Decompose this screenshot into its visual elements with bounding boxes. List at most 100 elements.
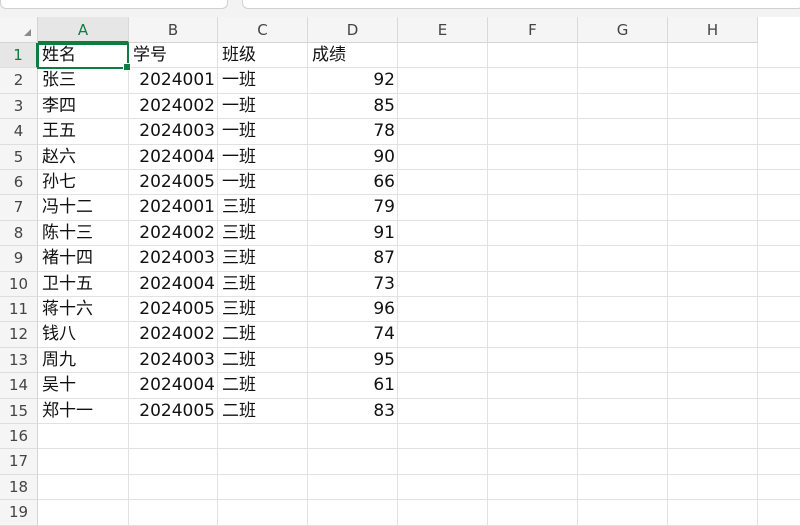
select-all-button[interactable] [0, 17, 38, 43]
cell-b5[interactable]: 2024004 [129, 145, 218, 170]
cell-d15[interactable]: 83 [308, 399, 398, 424]
cell-b15[interactable]: 2024005 [129, 399, 218, 424]
cell-c15[interactable]: 二班 [218, 399, 308, 424]
column-header-b[interactable]: B [129, 17, 218, 43]
cell-b4[interactable]: 2024003 [129, 119, 218, 144]
column-header-h[interactable]: H [668, 17, 758, 43]
cell-a15[interactable]: 郑十一 [38, 399, 129, 424]
gridline-v [667, 43, 668, 525]
row-header-5[interactable]: 5 [0, 144, 38, 170]
cell-c12[interactable]: 二班 [218, 322, 308, 347]
cell-d3[interactable]: 85 [308, 94, 398, 119]
row-header-4[interactable]: 4 [0, 119, 38, 145]
row-header-12[interactable]: 12 [0, 322, 38, 348]
cell-d13[interactable]: 95 [308, 348, 398, 373]
row-header-1[interactable]: 1 [0, 43, 38, 69]
cell-a14[interactable]: 吴十 [38, 373, 129, 398]
spreadsheet-grid: A B C D E F G H 1 2 3 4 5 6 7 8 9 10 11 12 13 14 15 16 17 18 19 姓名学… [0, 17, 800, 526]
name-box[interactable] [0, 0, 228, 9]
gridline-v [487, 43, 488, 525]
row-header-7[interactable]: 7 [0, 195, 38, 221]
gridline-v [757, 43, 758, 525]
cell-b1[interactable]: 学号 [129, 43, 218, 68]
cell-a10[interactable]: 卫十五 [38, 272, 129, 297]
cell-d4[interactable]: 78 [308, 119, 398, 144]
column-header-a[interactable]: A [38, 17, 129, 43]
column-header-c[interactable]: C [218, 17, 308, 43]
row-header-3[interactable]: 3 [0, 93, 38, 120]
gridline-h [38, 448, 800, 450]
row-header-17[interactable]: 17 [0, 449, 38, 475]
cell-a5[interactable]: 赵六 [38, 145, 129, 170]
row-header-6[interactable]: 6 [0, 170, 38, 196]
cell-c14[interactable]: 二班 [218, 373, 308, 398]
cell-a8[interactable]: 陈十三 [38, 221, 129, 246]
cell-d11[interactable]: 96 [308, 297, 398, 322]
cell-c8[interactable]: 三班 [218, 221, 308, 246]
cell-b11[interactable]: 2024005 [129, 297, 218, 322]
row-header-15[interactable]: 15 [0, 398, 38, 424]
cell-d6[interactable]: 66 [308, 170, 398, 195]
row-header-10[interactable]: 10 [0, 271, 38, 297]
row-header-8[interactable]: 8 [0, 220, 38, 247]
cell-d10[interactable]: 73 [308, 272, 398, 297]
cell-a4[interactable]: 王五 [38, 119, 129, 144]
column-header-f[interactable]: F [488, 17, 578, 43]
cell-c7[interactable]: 三班 [218, 195, 308, 220]
cell-b9[interactable]: 2024003 [129, 246, 218, 271]
cell-a9[interactable]: 褚十四 [38, 246, 129, 271]
row-header-2[interactable]: 2 [0, 68, 38, 94]
row-header-19[interactable]: 19 [0, 500, 38, 526]
cell-d1[interactable]: 成绩 [308, 43, 398, 68]
cell-c13[interactable]: 二班 [218, 348, 308, 373]
row-header-14[interactable]: 14 [0, 373, 38, 399]
cell-d2[interactable]: 92 [308, 68, 398, 93]
cell-b6[interactable]: 2024005 [129, 170, 218, 195]
cell-c5[interactable]: 一班 [218, 145, 308, 170]
cell-c2[interactable]: 一班 [218, 68, 308, 93]
cell-b14[interactable]: 2024004 [129, 373, 218, 398]
cell-a12[interactable]: 钱八 [38, 322, 129, 347]
cell-a11[interactable]: 蒋十六 [38, 297, 129, 322]
cell-b13[interactable]: 2024003 [129, 348, 218, 373]
gridline-v [577, 43, 578, 525]
cell-c3[interactable]: 一班 [218, 94, 308, 119]
cell-b10[interactable]: 2024004 [129, 272, 218, 297]
cell-a6[interactable]: 孙七 [38, 170, 129, 195]
cell-d5[interactable]: 90 [308, 145, 398, 170]
cell-c6[interactable]: 一班 [218, 170, 308, 195]
cell-b7[interactable]: 2024001 [129, 195, 218, 220]
cell-a7[interactable]: 冯十二 [38, 195, 129, 220]
cell-d8[interactable]: 91 [308, 221, 398, 246]
select-all-triangle-icon [24, 29, 31, 36]
cell-d9[interactable]: 87 [308, 246, 398, 271]
row-header-9[interactable]: 9 [0, 246, 38, 272]
row-header-16[interactable]: 16 [0, 424, 38, 450]
cell-a13[interactable]: 周九 [38, 348, 129, 373]
toolbar-area [0, 0, 800, 17]
column-header-g[interactable]: G [578, 17, 668, 43]
cell-c4[interactable]: 一班 [218, 119, 308, 144]
cell-b2[interactable]: 2024001 [129, 68, 218, 93]
row-header-18[interactable]: 18 [0, 474, 38, 501]
cell-d7[interactable]: 79 [308, 195, 398, 220]
cell-d14[interactable]: 61 [308, 373, 398, 398]
cell-b8[interactable]: 2024002 [129, 221, 218, 246]
cell-c1[interactable]: 班级 [218, 43, 308, 68]
column-header-d[interactable]: D [308, 17, 398, 43]
cell-a3[interactable]: 李四 [38, 94, 129, 119]
cell-a1[interactable]: 姓名 [38, 43, 129, 68]
cell-a2[interactable]: 张三 [38, 68, 129, 93]
cell-d12[interactable]: 74 [308, 322, 398, 347]
gridline-h [38, 473, 800, 475]
cell-b3[interactable]: 2024002 [129, 94, 218, 119]
row-header-11[interactable]: 11 [0, 297, 38, 323]
cell-c10[interactable]: 三班 [218, 272, 308, 297]
cell-c9[interactable]: 三班 [218, 246, 308, 271]
column-header-e[interactable]: E [398, 17, 488, 43]
gridline-h [38, 499, 800, 501]
cell-c11[interactable]: 三班 [218, 297, 308, 322]
formula-bar[interactable] [242, 0, 800, 9]
cell-b12[interactable]: 2024002 [129, 322, 218, 347]
row-header-13[interactable]: 13 [0, 347, 38, 374]
